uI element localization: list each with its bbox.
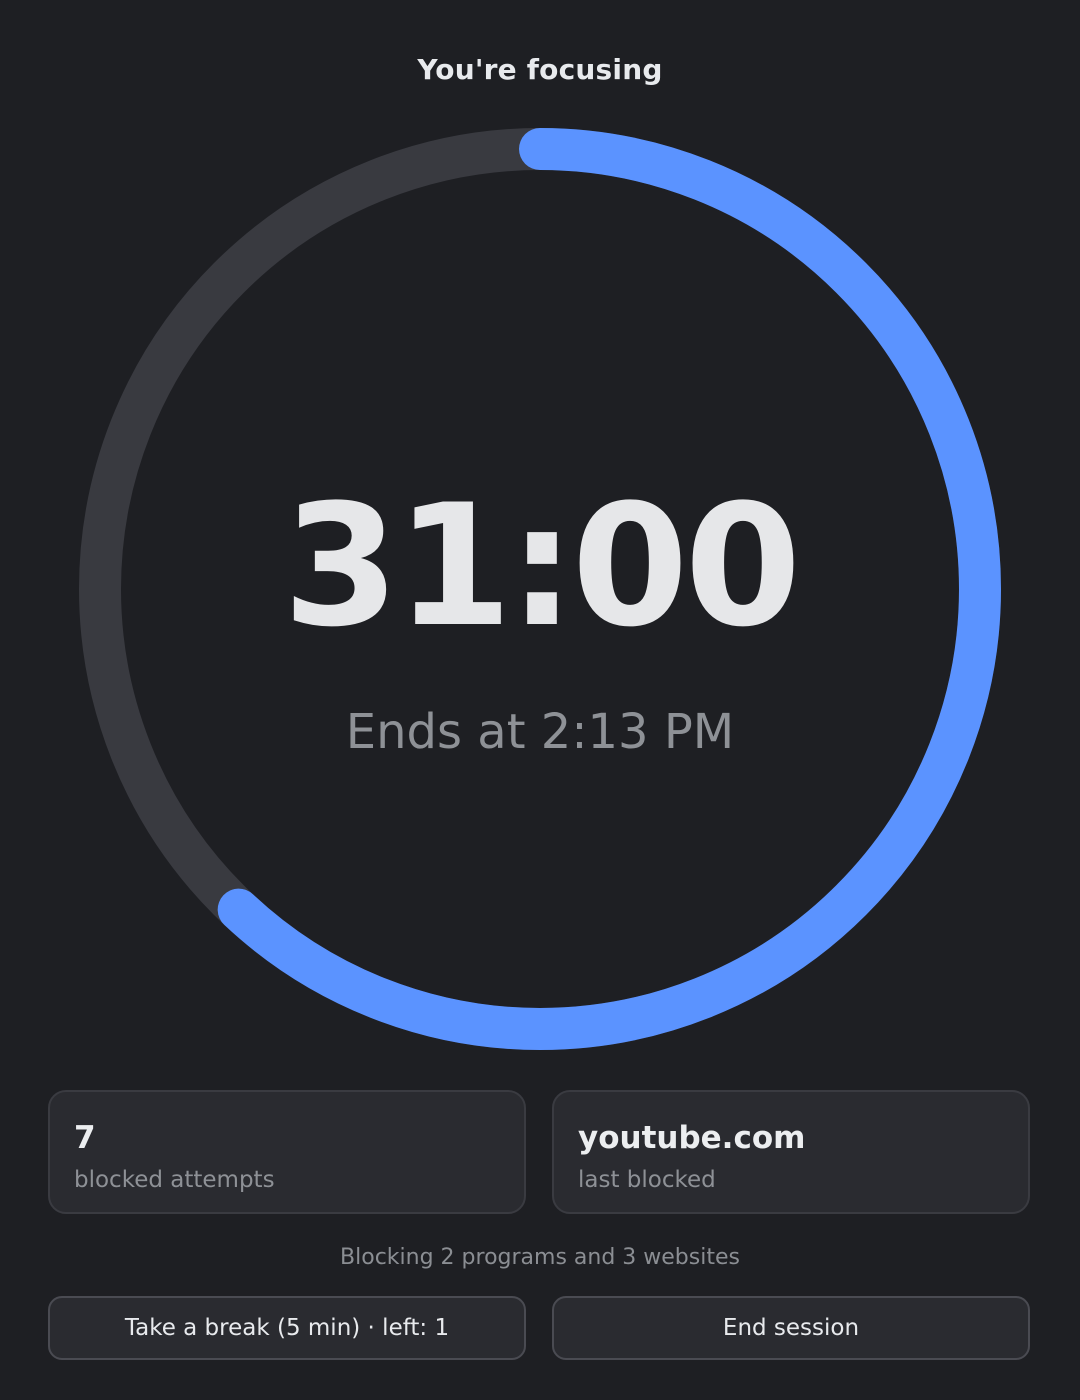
countdown-timer: 31:00 <box>282 468 802 664</box>
last-blocked-value: youtube.com <box>578 1120 806 1156</box>
last-blocked-label: last blocked <box>578 1167 716 1193</box>
end-session-button[interactable]: End session <box>552 1296 1030 1360</box>
take-break-button[interactable]: Take a break (5 min) · left: 1 <box>48 1296 526 1360</box>
page-title: You're focusing <box>417 53 663 86</box>
blocked-attempts-label: blocked attempts <box>74 1167 275 1193</box>
focus-session-screen: You're focusing 31:00 Ends at 2:13 PM 7 … <box>0 0 1080 1400</box>
end-time-label: Ends at 2:13 PM <box>345 704 735 760</box>
last-blocked-card: youtube.com last blocked <box>552 1090 1030 1214</box>
blocked-attempts-card: 7 blocked attempts <box>48 1090 526 1214</box>
blocked-attempts-value: 7 <box>74 1120 96 1156</box>
blocking-summary: Blocking 2 programs and 3 websites <box>340 1245 740 1270</box>
